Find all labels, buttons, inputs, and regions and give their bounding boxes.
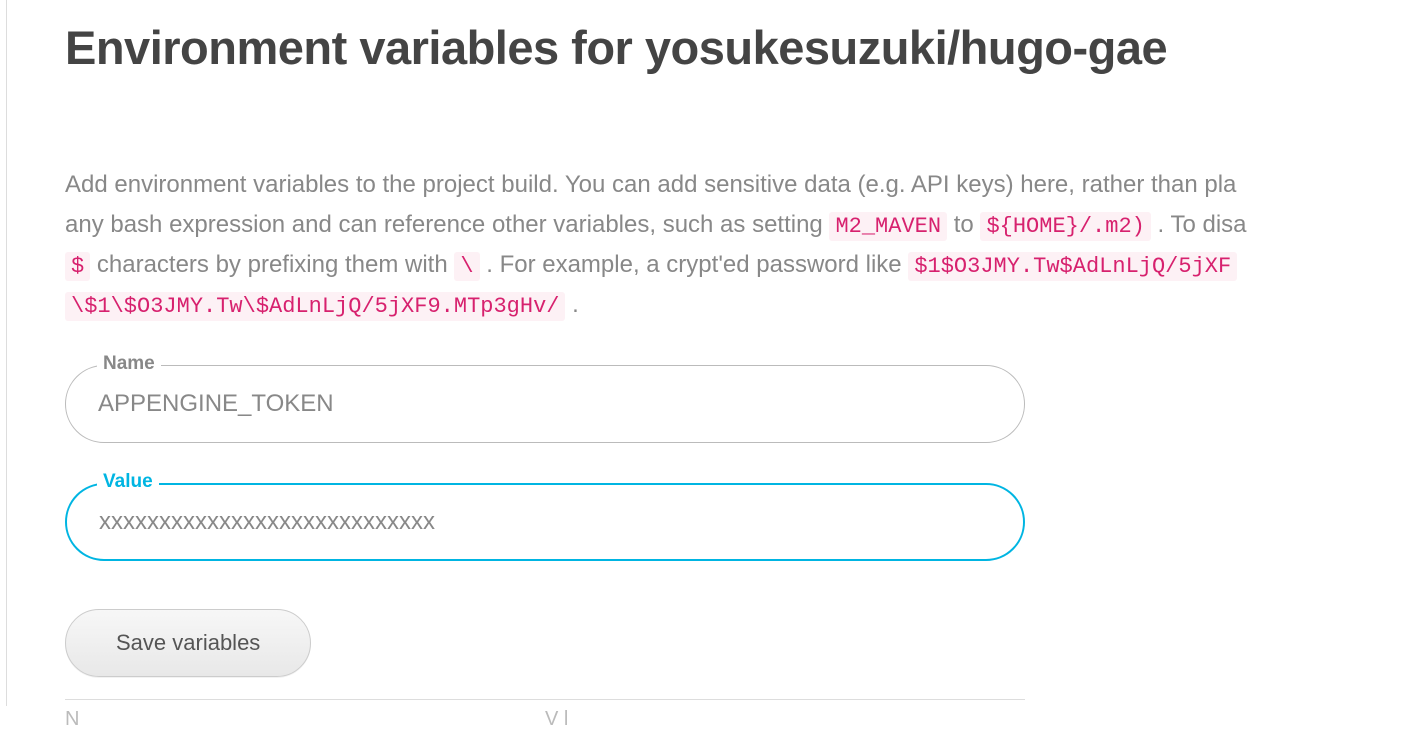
value-input[interactable] <box>65 483 1025 561</box>
desc-text: any bash expression and can reference ot… <box>65 211 829 238</box>
desc-text: . <box>572 291 579 318</box>
code-escaped-example: \$1\$O3JMY.Tw\$AdLnLjQ/5jXF9.MTp3gHv/ <box>65 292 565 321</box>
table-col-name: N <box>65 708 545 731</box>
table-col-value: V l <box>545 708 1025 731</box>
env-var-form: Name Value Save variables N V l <box>65 365 1408 731</box>
desc-text: Add environment variables to the project… <box>65 171 1236 198</box>
main-content: Environment variables for yosukesuzuki/h… <box>0 0 1408 731</box>
page-title: Environment variables for yosukesuzuki/h… <box>65 20 1408 75</box>
code-m2-maven: M2_MAVEN <box>829 212 947 241</box>
desc-text: characters by prefixing them with <box>97 251 454 278</box>
code-dollar: $ <box>65 252 90 281</box>
save-variables-button[interactable]: Save variables <box>65 609 311 677</box>
desc-text: to <box>954 211 981 238</box>
description-text: Add environment variables to the project… <box>65 165 1408 325</box>
name-label: Name <box>97 353 161 375</box>
name-input[interactable] <box>65 365 1025 443</box>
code-home-m2: ${HOME}/.m2) <box>980 212 1150 241</box>
separator-line <box>6 0 7 706</box>
desc-text: . To disa <box>1158 211 1247 238</box>
code-backslash: \ <box>454 252 479 281</box>
variables-table-header: N V l <box>65 699 1025 731</box>
code-crypt-example: $1$O3JMY.Tw$AdLnLjQ/5jXF <box>908 252 1237 281</box>
value-field-wrap: Value <box>65 483 1408 561</box>
desc-text: . For example, a crypt'ed password like <box>486 251 908 278</box>
value-label: Value <box>97 471 159 493</box>
name-field-wrap: Name <box>65 365 1408 443</box>
